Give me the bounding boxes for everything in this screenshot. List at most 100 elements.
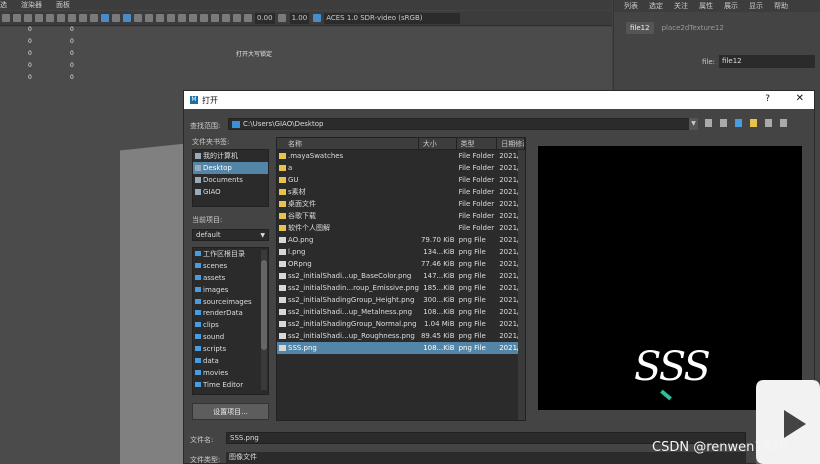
tab-place2dtexture[interactable]: place2dTexture12 — [658, 22, 728, 34]
safe-title-icon[interactable] — [78, 14, 87, 22]
file-row[interactable]: 软件个人图解File Folder2021/10 — [277, 222, 525, 234]
shadows-icon[interactable] — [144, 14, 153, 22]
project-folder-item[interactable]: scenes — [193, 260, 268, 272]
gamma-icon[interactable] — [278, 14, 287, 22]
xray-joints-icon[interactable] — [221, 14, 230, 22]
view-transform-select[interactable]: ACES 1.0 SDR-video (sRGB) — [324, 12, 461, 24]
folder-icon — [232, 121, 240, 128]
file-row[interactable]: .mayaSwatches File Folder 2021/9, — [277, 150, 525, 162]
project-folder-item[interactable]: data — [193, 355, 268, 367]
color-management-icon[interactable] — [312, 14, 321, 22]
bookmark-item[interactable]: Desktop — [193, 162, 268, 174]
depth-of-field-icon[interactable] — [188, 14, 197, 22]
detail-view-icon[interactable] — [780, 119, 787, 127]
smooth-shade-icon[interactable] — [100, 14, 109, 22]
file-type: File Folder — [458, 224, 495, 232]
tab-file12[interactable]: file12 — [626, 22, 654, 34]
file-row[interactable]: l.png134...KiBpng File2021/10 — [277, 246, 525, 258]
bookmark-item[interactable]: Documents — [193, 174, 268, 186]
list-view-icon[interactable] — [765, 119, 772, 127]
project-folder-item[interactable]: renderData — [193, 307, 268, 319]
project-folder-item[interactable]: movies — [193, 367, 268, 379]
file-row[interactable]: aFile Folder2021/10 — [277, 162, 525, 174]
attr-menu-item[interactable]: 帮助 — [774, 0, 788, 12]
safe-action-icon[interactable] — [67, 14, 76, 22]
scrollbar[interactable] — [261, 250, 267, 390]
project-folder-item[interactable]: images — [193, 284, 268, 296]
default-material-icon[interactable] — [111, 14, 120, 22]
ambient-occlusion-icon[interactable] — [155, 14, 164, 22]
file-row[interactable]: ss2_initialShadi...up_Roughness.png 89.45… — [277, 330, 525, 342]
textured-icon[interactable] — [122, 14, 131, 22]
antialiasing-icon[interactable] — [177, 14, 186, 22]
project-folder-item[interactable]: 工作区根目录 — [193, 248, 268, 260]
file-node-name-field[interactable]: file12 — [719, 55, 816, 68]
column-header-type[interactable]: 类型 — [457, 138, 498, 149]
new-folder-icon[interactable] — [750, 119, 757, 127]
field-chart-icon[interactable] — [56, 14, 65, 22]
exposure-field[interactable]: 0.00 — [255, 12, 275, 24]
documents-icon — [195, 177, 201, 183]
attr-menu-item[interactable]: 选定 — [649, 0, 663, 12]
grid-icon[interactable] — [12, 14, 21, 22]
file-row[interactable]: ss2_initialShadi...up_Metalness.png 108..… — [277, 306, 525, 318]
menu-item-2[interactable]: 面板 — [56, 0, 70, 10]
project-folder-item[interactable]: sound — [193, 331, 268, 343]
attr-menu-item[interactable]: 关注 — [674, 0, 688, 12]
xray-icon[interactable] — [210, 14, 219, 22]
scrollbar-thumb[interactable] — [261, 260, 267, 350]
file-row[interactable]: ss2_initialShadingGroup_Normal.png 1.04 M… — [277, 318, 525, 330]
project-select[interactable]: default ▼ — [192, 229, 269, 241]
bookmark-item[interactable]: 我的计算机 — [193, 150, 268, 162]
file-row[interactable]: AO.png79.70 KiBpng File2021/10 — [277, 234, 525, 246]
file-type: png File — [458, 320, 486, 328]
menu-item-0[interactable]: 选 — [0, 0, 7, 10]
gamma-field[interactable]: 1.00 — [289, 12, 310, 24]
image-file-icon — [279, 321, 286, 327]
project-folder-item[interactable]: sourceimages — [193, 296, 268, 308]
path-dropdown-button[interactable]: ▼ — [689, 118, 698, 130]
xray-components-icon[interactable] — [232, 14, 241, 22]
attr-menu-item[interactable]: 列表 — [624, 0, 638, 12]
resolution-gate-icon[interactable] — [34, 14, 43, 22]
set-project-button[interactable]: 设置项目... — [192, 403, 269, 420]
back-icon[interactable] — [705, 119, 712, 127]
project-folder-item[interactable]: Time Editor — [193, 379, 268, 391]
file-row[interactable]: s素材File Folder2021/10 — [277, 186, 525, 198]
plane-mesh[interactable] — [120, 143, 186, 464]
close-button[interactable]: ✕ — [796, 93, 804, 104]
path-combobox[interactable]: C:\Users\GIAO\Desktop — [228, 118, 698, 130]
isolate-select-icon[interactable] — [199, 14, 208, 22]
column-header-date[interactable]: 日期修改 — [497, 138, 525, 149]
bookmark-label: Desktop — [203, 164, 232, 172]
project-folder-item[interactable]: assets — [193, 272, 268, 284]
menu-item-1[interactable]: 渲染器 — [21, 0, 42, 10]
wireframe-icon[interactable] — [89, 14, 98, 22]
file-row[interactable]: ss2_initialShadi...up_BaseColor.png 147..… — [277, 270, 525, 282]
attr-menu-item[interactable]: 属性 — [699, 0, 713, 12]
lights-icon[interactable] — [133, 14, 142, 22]
gate-mask-icon[interactable] — [45, 14, 54, 22]
file-row[interactable]: ss2_initialShadingGroup_Height.png 300...… — [277, 294, 525, 306]
motion-blur-icon[interactable] — [166, 14, 175, 22]
file-row[interactable]: 桌面文件 File Folder 2021/9, — [277, 198, 525, 210]
column-header-name[interactable]: 名称 — [277, 138, 419, 149]
parent-folder-icon[interactable] — [735, 119, 742, 127]
exposure-icon[interactable] — [243, 14, 252, 22]
project-folder-item[interactable]: clips — [193, 319, 268, 331]
camera-icon[interactable] — [1, 14, 10, 22]
scrollbar[interactable] — [518, 150, 525, 420]
project-folder-item[interactable]: scripts — [193, 343, 268, 355]
film-gate-icon[interactable] — [23, 14, 32, 22]
attr-menu-item[interactable]: 展示 — [724, 0, 738, 12]
column-header-size[interactable]: 大小 — [419, 138, 457, 149]
bookmark-item[interactable]: GIAO — [193, 186, 268, 198]
file-row[interactable]: SSS.png108...KiBpng File2021/10 — [277, 342, 525, 354]
file-row[interactable]: ORpng77.46 KiBpng File2021/10 — [277, 258, 525, 270]
attr-menu-item[interactable]: 显示 — [749, 0, 763, 12]
file-row[interactable]: ss2_initialShadin...roup_Emissive.png 185… — [277, 282, 525, 294]
help-button[interactable]: ? — [765, 94, 770, 104]
file-row[interactable]: 谷歌下载File Folder2021/10 — [277, 210, 525, 222]
forward-icon[interactable] — [720, 119, 727, 127]
file-row[interactable]: GUFile Folder2021/10 — [277, 174, 525, 186]
